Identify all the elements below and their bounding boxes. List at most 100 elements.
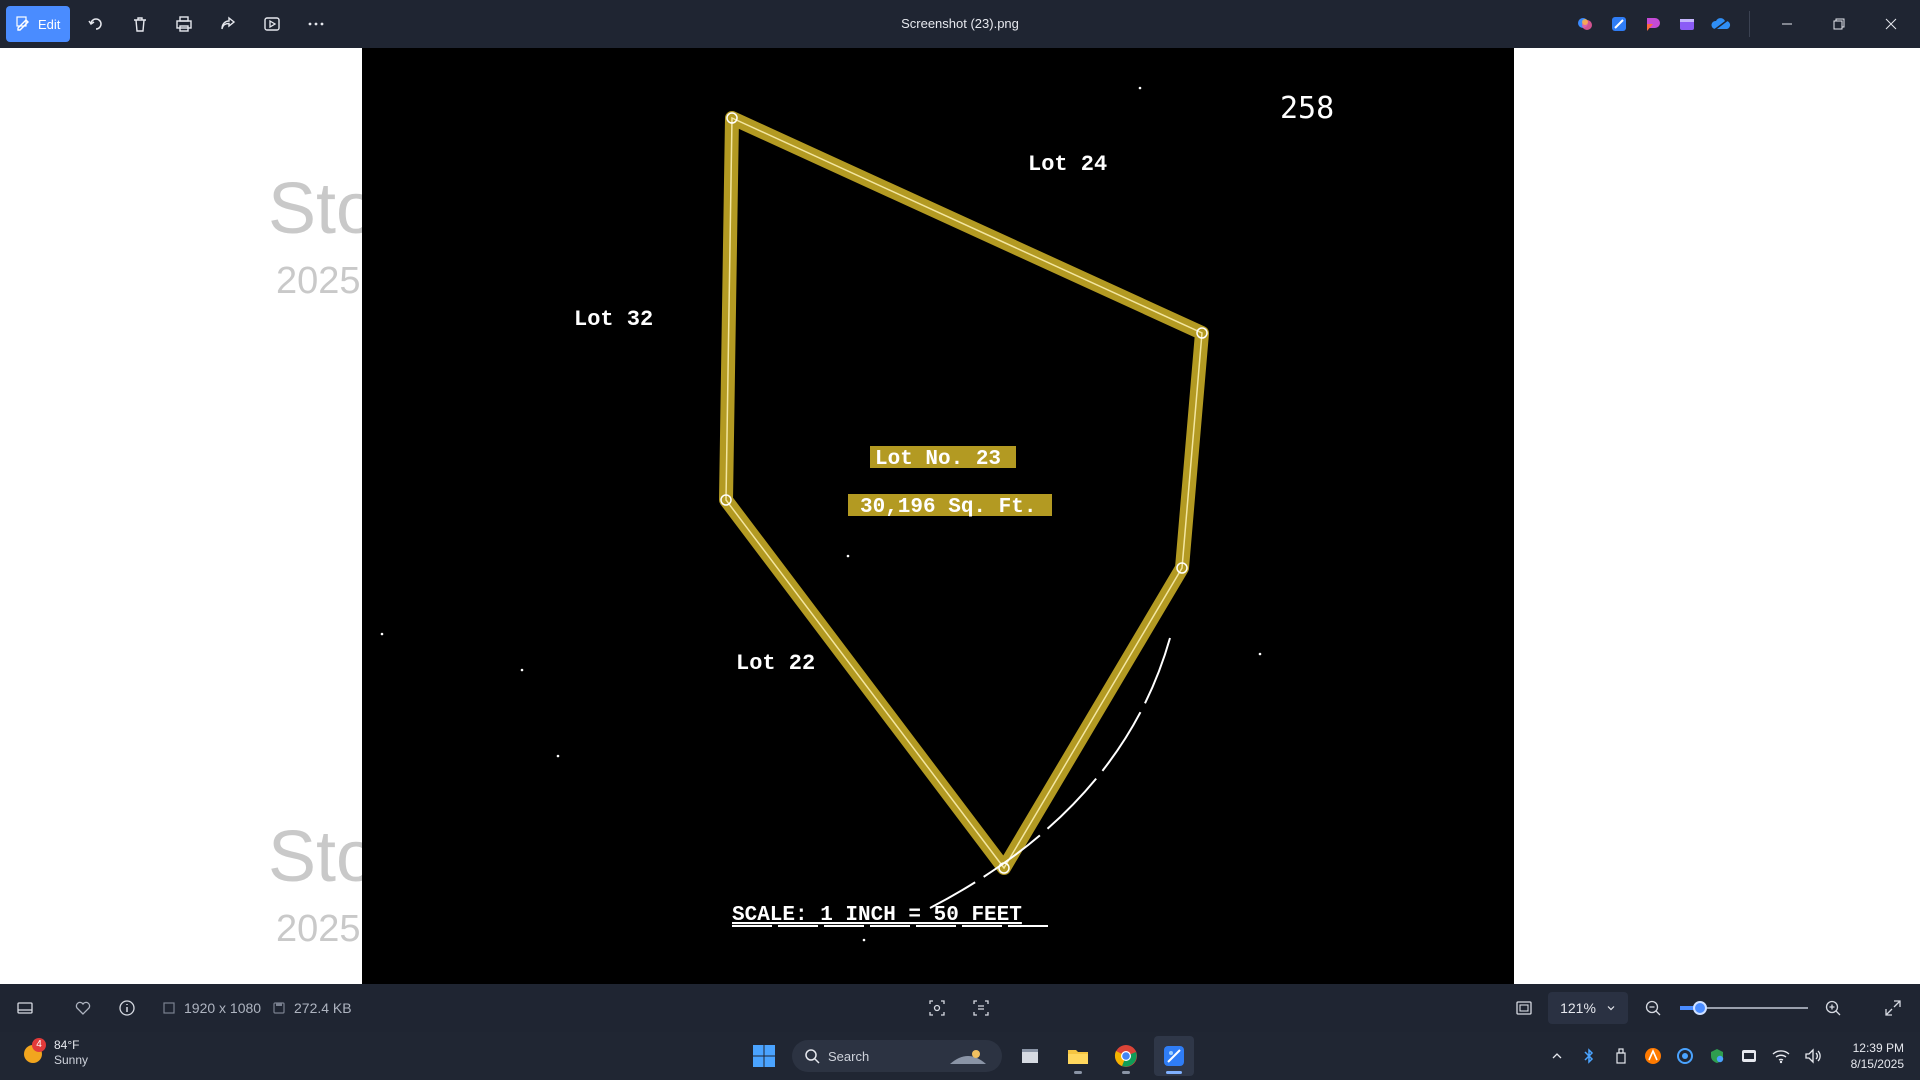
close-button[interactable]: [1868, 6, 1914, 42]
lot-32-label: Lot 32: [574, 307, 653, 332]
text-scan-button[interactable]: [972, 984, 990, 1032]
designer-button[interactable]: [1605, 10, 1633, 38]
print-button[interactable]: [166, 6, 202, 42]
lot-24-label: Lot 24: [1028, 152, 1107, 177]
volume-button[interactable]: [1802, 1045, 1824, 1067]
photos-button[interactable]: [1154, 1036, 1194, 1076]
lot-22-label: Lot 22: [736, 651, 815, 676]
toolbar-right: [1571, 6, 1914, 42]
plat-drawing: 258 Lot 24 Lot 32 Lot No. 23 30,196 Sq. …: [380, 86, 1334, 942]
text-scan-icon: [973, 1000, 989, 1016]
clock[interactable]: 12:39 PM 8/15/2025: [1851, 1040, 1904, 1072]
designer-icon: [1612, 17, 1626, 31]
meet-button[interactable]: [1738, 1045, 1760, 1067]
zoom-out-button[interactable]: [1644, 984, 1662, 1032]
image-dimensions: 1920 x 1080: [162, 984, 261, 1032]
wifi-button[interactable]: [1770, 1045, 1792, 1067]
curve-line: [929, 637, 1171, 909]
speck: [520, 668, 524, 672]
movie-button[interactable]: [1673, 10, 1701, 38]
minimize-button[interactable]: [1764, 6, 1810, 42]
more-icon: [309, 22, 324, 26]
task-view-button[interactable]: [1010, 1036, 1050, 1076]
weather-condition: Sunny: [54, 1053, 89, 1067]
chrome-button[interactable]: [1106, 1036, 1146, 1076]
visual-search-button[interactable]: [928, 984, 946, 1032]
watermark-year: 2025: [276, 260, 361, 302]
avast-button[interactable]: [1642, 1045, 1664, 1067]
rotate-button[interactable]: [78, 6, 114, 42]
security-button[interactable]: [1706, 1045, 1728, 1067]
bluetooth-button[interactable]: [1578, 1045, 1600, 1067]
dimensions-value: 1920 x 1080: [184, 1000, 262, 1016]
start-button[interactable]: [744, 1036, 784, 1076]
speck: [556, 754, 560, 758]
plat-image: 258 Lot 24 Lot 32 Lot No. 23 30,196 Sq. …: [362, 48, 1514, 984]
sync-icon: [1677, 1048, 1693, 1064]
area-label: 30,196 Sq. Ft.: [860, 496, 1036, 519]
copilot-button[interactable]: [1571, 10, 1599, 38]
expand-icon: [1885, 1000, 1901, 1016]
onedrive-button[interactable]: [1707, 10, 1735, 38]
zoom-in-button[interactable]: [1824, 984, 1842, 1032]
taskbar-search[interactable]: Search: [792, 1040, 1002, 1072]
filmstrip-button[interactable]: [16, 984, 34, 1032]
sync-button[interactable]: [1674, 1045, 1696, 1067]
favorite-button[interactable]: [74, 984, 92, 1032]
file-explorer-button[interactable]: [1058, 1036, 1098, 1076]
rotate-icon: [88, 18, 103, 30]
system-tray: [1546, 1038, 1824, 1074]
movie-icon: [1680, 19, 1694, 30]
running-indicator: [1122, 1071, 1130, 1074]
page-number: 258: [1280, 91, 1334, 126]
weather-badge: 4: [32, 1038, 46, 1052]
running-indicator: [1074, 1071, 1082, 1074]
zoom-dropdown[interactable]: 121%: [1548, 992, 1628, 1024]
weather-widget[interactable]: 4 84°F Sunny: [20, 1038, 88, 1068]
slideshow-button[interactable]: [254, 6, 290, 42]
watermark-text-lower: Sto: [268, 817, 377, 897]
chrome-icon: [1114, 1045, 1137, 1067]
windows-icon: [753, 1045, 775, 1067]
search-icon: [805, 1049, 820, 1064]
title-bar: Edit Screenshot (23).png: [0, 0, 1920, 48]
speck: [380, 632, 384, 636]
lot-number-label: Lot No. 23: [875, 448, 1001, 471]
speck: [846, 554, 850, 558]
clipchamp-button[interactable]: [1639, 10, 1667, 38]
zoom-slider-thumb[interactable]: [1693, 1001, 1708, 1015]
close-icon: [1885, 18, 1897, 30]
file-size-value: 272.4 KB: [294, 1000, 352, 1016]
minimize-icon: [1782, 23, 1792, 25]
dimensions-icon: [163, 1002, 175, 1014]
task-view-icon: [1022, 1049, 1038, 1063]
fit-to-window-button[interactable]: [1515, 984, 1533, 1032]
fit-window-icon: [1516, 1001, 1532, 1015]
taskbar-center: Search: [744, 1036, 1194, 1076]
more-button[interactable]: [298, 6, 334, 42]
edit-button[interactable]: Edit: [6, 6, 71, 42]
chevron-down-icon: [1607, 1006, 1615, 1011]
edit-icon: [16, 16, 29, 31]
delete-icon: [134, 17, 147, 32]
share-button[interactable]: [210, 6, 246, 42]
taskbar: 4 84°F Sunny Search 12:39 PM 8/15/2025: [0, 1032, 1920, 1080]
usb-icon: [1616, 1048, 1626, 1064]
delete-button[interactable]: [122, 6, 158, 42]
scale-label: SCALE: 1 INCH = 50 FEET: [732, 904, 1022, 927]
restore-button[interactable]: [1816, 6, 1862, 42]
info-button[interactable]: [118, 984, 136, 1032]
visual-search-icon: [929, 1000, 945, 1016]
weather-icon-wrap: 4: [20, 1038, 46, 1066]
share-icon: [221, 16, 236, 30]
heart-icon: [75, 1001, 91, 1015]
edit-label: Edit: [38, 16, 61, 32]
tray-overflow-button[interactable]: [1546, 1045, 1568, 1067]
file-size: 272.4 KB: [272, 984, 352, 1032]
toolbar-separator: [1749, 11, 1750, 37]
lot-boundary: [719, 111, 1209, 875]
usb-button[interactable]: [1610, 1045, 1632, 1067]
speaker-icon: [1805, 1048, 1821, 1064]
fullscreen-button[interactable]: [1884, 984, 1902, 1032]
clipchamp-icon: [1647, 18, 1660, 31]
